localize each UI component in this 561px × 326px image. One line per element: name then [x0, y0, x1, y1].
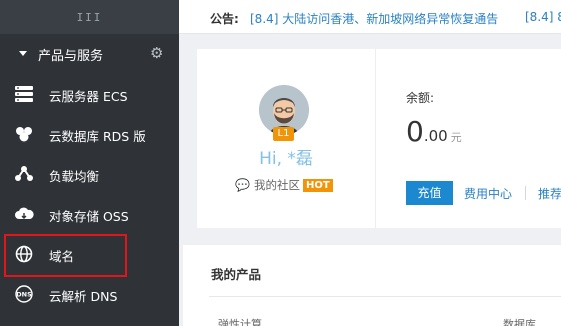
section-title: 产品与服务: [38, 49, 104, 64]
level-badge: L1: [273, 127, 294, 141]
recharge-button[interactable]: 充值: [406, 181, 453, 205]
database-icon: [16, 127, 32, 142]
caret-down-icon: [19, 51, 27, 56]
hot-badge: HOT: [302, 178, 333, 192]
my-products-card: 我的产品 弹性计算 数据库: [183, 245, 561, 326]
sidebar-toggle-bar[interactable]: III: [0, 0, 179, 34]
sidebar-item-label: 云数据库 RDS 版: [49, 129, 146, 144]
sidebar-item-oss[interactable]: 对象存储 OSS: [0, 194, 179, 234]
balance-integer: 0: [406, 115, 424, 148]
product-category[interactable]: 弹性计算: [218, 316, 262, 326]
cloud-storage-icon: [15, 207, 34, 219]
chat-bubble-icon: 💬: [235, 178, 250, 192]
notice-link[interactable]: [8.4] 8: [525, 10, 561, 24]
gear-icon[interactable]: ⚙: [150, 44, 163, 62]
balance-decimal: .00: [423, 127, 448, 145]
sidebar-item-label: 负载均衡: [49, 169, 100, 184]
sidebar-item-label: 云解析 DNS: [49, 289, 118, 304]
sidebar-item-label: 云服务器 ECS: [49, 89, 128, 104]
divider: [209, 296, 561, 297]
sidebar-item-dns[interactable]: DNS 云解析 DNS: [0, 274, 179, 314]
products-services-header[interactable]: 产品与服务 ⚙: [0, 34, 179, 74]
balance-card: 余额: 0.00 元 充值 费用中心 推荐: [375, 49, 561, 228]
link-divider: [525, 186, 526, 200]
sidebar-item-label: 对象存储 OSS: [49, 209, 129, 224]
sidebar-item-rds[interactable]: 云数据库 RDS 版: [0, 114, 179, 154]
sidebar-item-ecs[interactable]: 云服务器 ECS: [0, 74, 179, 114]
greeting-text: Hi, *磊: [259, 149, 313, 169]
sidebar-item-load-balancer[interactable]: 负载均衡: [0, 154, 179, 194]
recommend-link[interactable]: 推荐: [538, 185, 561, 202]
balance-label: 余额:: [406, 91, 435, 105]
dns-icon: DNS: [15, 285, 33, 303]
products-title: 我的产品: [211, 267, 262, 282]
sidebar: III 产品与服务 ⚙ 云服务器 ECS 云数据库 RDS 版 负载均衡 对象存…: [0, 0, 179, 326]
domain-highlight-box: [4, 234, 127, 277]
profile-card: L1 Hi, *磊 💬 我的社区 HOT: [197, 49, 375, 228]
cost-center-link[interactable]: 费用中心: [464, 185, 512, 202]
notice-link[interactable]: [8.4] 大陆访问香港、新加坡网络异常恢复通告: [250, 10, 498, 27]
notice-label: 公告:: [210, 12, 239, 26]
balance-unit: 元: [450, 131, 462, 144]
product-category[interactable]: 数据库: [503, 316, 536, 326]
community-label: 我的社区: [253, 178, 300, 192]
svg-text:DNS: DNS: [16, 291, 32, 299]
load-balancer-icon: [15, 166, 33, 181]
notice-bar: 公告: [8.4] 大陆访问香港、新加坡网络异常恢复通告 [8.4] 8: [179, 0, 561, 34]
menu-toggle-icon[interactable]: III: [77, 11, 103, 24]
balance-amount: 0.00 元: [406, 115, 462, 148]
my-community-link[interactable]: 💬 我的社区 HOT: [235, 177, 333, 193]
server-icon: [15, 86, 33, 102]
